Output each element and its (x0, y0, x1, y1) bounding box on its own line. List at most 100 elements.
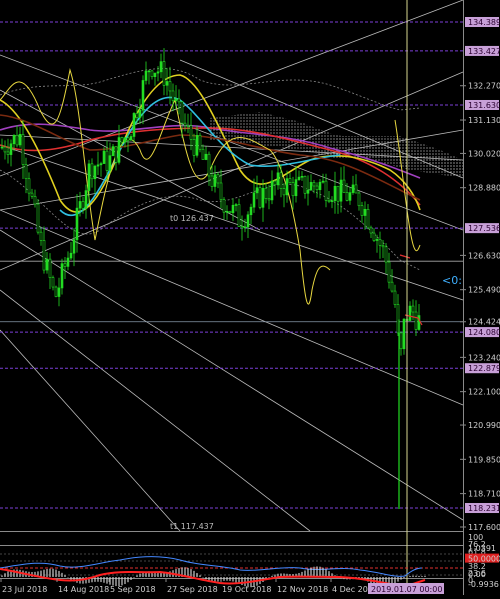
candle[interactable] (93, 164, 97, 194)
candle[interactable] (57, 277, 61, 307)
candle[interactable] (417, 304, 421, 331)
candle[interactable] (282, 182, 286, 208)
candle[interactable] (267, 184, 271, 210)
candle[interactable] (15, 125, 19, 148)
candle[interactable] (258, 184, 262, 210)
candle[interactable] (177, 89, 181, 115)
candle[interactable] (24, 157, 28, 194)
candle[interactable] (315, 182, 319, 198)
candle[interactable] (408, 301, 412, 322)
candle[interactable] (327, 191, 331, 204)
candle[interactable] (237, 198, 241, 227)
horizontal-levels[interactable] (0, 21, 463, 509)
candle[interactable] (138, 98, 142, 125)
candle[interactable] (189, 112, 193, 151)
candle[interactable] (321, 173, 325, 184)
candle[interactable] (60, 258, 64, 295)
candle[interactable] (30, 188, 34, 199)
candle[interactable] (270, 170, 274, 205)
candle[interactable] (129, 134, 133, 141)
candle[interactable] (204, 146, 208, 161)
candle[interactable] (48, 253, 52, 289)
candle[interactable] (54, 285, 58, 298)
candle[interactable] (186, 113, 190, 134)
candle[interactable] (6, 138, 10, 164)
candle[interactable] (75, 194, 79, 253)
candle[interactable] (90, 158, 94, 188)
candle[interactable] (210, 164, 214, 192)
candle[interactable] (39, 226, 43, 246)
time-axis[interactable]: 23 Jul 2018 14 Aug 2018 5 Sep 2018 27 Sep 2… (0, 579, 378, 594)
candle[interactable] (18, 127, 22, 148)
candle[interactable] (150, 69, 154, 80)
candle[interactable] (333, 171, 337, 214)
candle[interactable] (147, 69, 151, 85)
candle[interactable] (201, 144, 205, 160)
candle[interactable] (33, 189, 37, 208)
candle[interactable] (249, 203, 253, 225)
candle[interactable] (393, 284, 397, 308)
candle[interactable] (384, 243, 388, 274)
candle[interactable] (69, 242, 73, 261)
trading-chart[interactable]: t0 126.437 t1 117.437 <0: 134.389 133.427… (0, 0, 500, 595)
candle[interactable] (162, 48, 166, 96)
candle[interactable] (225, 205, 229, 220)
candle[interactable] (72, 228, 76, 267)
candle[interactable] (192, 133, 196, 163)
candle[interactable] (360, 201, 364, 224)
candle[interactable] (330, 196, 334, 209)
candle[interactable] (306, 175, 310, 206)
candle[interactable] (369, 225, 373, 238)
candle[interactable] (357, 191, 361, 211)
candle[interactable] (318, 178, 322, 199)
candle[interactable] (297, 170, 301, 181)
candle[interactable] (276, 163, 280, 190)
candle[interactable] (168, 66, 172, 105)
candle[interactable] (342, 166, 346, 193)
candle[interactable] (99, 161, 103, 177)
candle[interactable] (231, 198, 235, 222)
candle[interactable] (399, 331, 403, 356)
candle[interactable] (36, 199, 40, 235)
candle[interactable] (351, 175, 355, 195)
candle[interactable] (339, 167, 343, 213)
candle[interactable] (285, 170, 289, 203)
candle[interactable] (165, 67, 169, 96)
candle[interactable] (291, 176, 295, 210)
candle[interactable] (0, 138, 4, 150)
candle[interactable] (246, 211, 250, 238)
stochastic-panel[interactable] (0, 553, 463, 577)
candle[interactable] (114, 146, 118, 171)
candle[interactable] (381, 239, 385, 258)
candle[interactable] (243, 218, 247, 233)
chart-canvas[interactable]: t0 126.437 t1 117.437 <0: 134.389 133.427… (0, 0, 500, 595)
candle[interactable] (234, 202, 238, 212)
candle[interactable] (132, 112, 136, 143)
candle[interactable] (378, 231, 382, 259)
price-axis[interactable]: 134.389 133.427 132.270 131.630 131.130 130.0… (460, 17, 500, 532)
candle[interactable] (390, 269, 394, 293)
candle[interactable] (3, 140, 7, 160)
candle[interactable] (309, 174, 313, 191)
candle[interactable] (366, 203, 370, 230)
candle[interactable] (273, 179, 277, 196)
candle[interactable] (51, 275, 55, 291)
candle[interactable] (141, 75, 145, 125)
candle[interactable] (42, 226, 46, 274)
candle[interactable] (9, 139, 13, 167)
candle[interactable] (294, 165, 298, 203)
candle[interactable] (198, 132, 202, 153)
candle[interactable] (387, 252, 391, 289)
candle[interactable] (111, 144, 115, 157)
candle[interactable] (195, 125, 199, 158)
candle[interactable] (21, 120, 25, 179)
candle[interactable] (402, 318, 406, 355)
candle[interactable] (288, 172, 292, 184)
candle[interactable] (27, 172, 31, 202)
candle[interactable] (87, 159, 91, 205)
candle[interactable] (159, 53, 163, 79)
candle[interactable] (264, 182, 268, 204)
candle[interactable] (216, 171, 220, 189)
candle[interactable] (300, 171, 304, 181)
candle[interactable] (354, 174, 358, 194)
